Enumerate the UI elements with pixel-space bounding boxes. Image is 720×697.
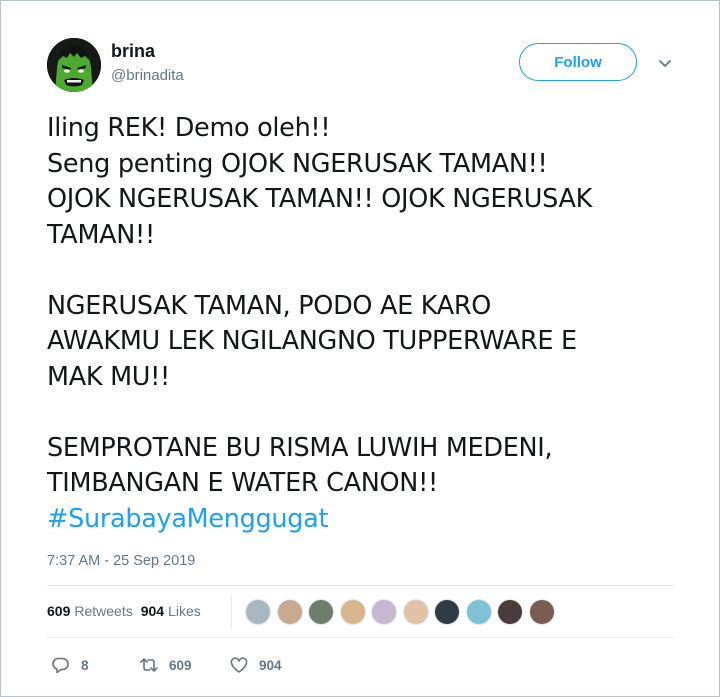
hashtag-link[interactable]: #SurabayaMenggugat	[47, 502, 677, 538]
liker-avatar-7[interactable]	[434, 599, 460, 625]
retweets-count: 609	[47, 603, 71, 619]
follow-button[interactable]: Follow	[519, 43, 637, 81]
tweet-timestamp[interactable]: 7:37 AM - 25 Sep 2019	[47, 553, 195, 569]
liker-avatar-2[interactable]	[276, 599, 303, 625]
likes-stat[interactable]: 904 Likes	[141, 603, 201, 619]
likes-count: 904	[140, 603, 165, 619]
like-button[interactable]: 904	[229, 655, 282, 675]
liker-avatar-10[interactable]	[528, 599, 555, 625]
retweet-icon	[140, 658, 158, 672]
liker-avatar-8[interactable]	[465, 599, 492, 625]
like-count: 904	[259, 657, 282, 673]
hulk-avatar-image	[47, 38, 101, 92]
tweet-line: SEMPROTANE BU RISMA LUWIH MEDENI,	[47, 432, 553, 463]
liker-avatar-6[interactable]	[402, 599, 429, 625]
liker-avatars	[245, 599, 560, 627]
reply-icon	[52, 657, 69, 674]
author-name[interactable]: brina	[111, 41, 155, 62]
liker-avatar-1[interactable]	[245, 599, 271, 625]
divider	[47, 637, 675, 638]
liker-avatar-5[interactable]	[371, 599, 397, 625]
tweet-line: TAMAN!!	[47, 219, 155, 250]
liker-avatar-4[interactable]	[339, 599, 366, 625]
author-avatar[interactable]	[47, 38, 101, 92]
reply-button[interactable]: 8	[51, 655, 89, 675]
tweet-line: OJOK NGERUSAK TAMAN!! OJOK NGERUSAK	[47, 184, 593, 214]
liker-avatar-3[interactable]	[308, 599, 334, 625]
tweet-card: brina @brinadita Follow Iling REK! Demo …	[0, 0, 720, 697]
tweet-text: Iling REK! Demo oleh!! Seng penting OJOK…	[47, 111, 677, 537]
stats-separator	[231, 595, 232, 629]
tweet-line: MAK MU!!	[47, 361, 170, 392]
divider	[47, 585, 675, 586]
retweets-stat[interactable]: 609 Retweets	[47, 603, 133, 619]
reply-count: 8	[81, 657, 89, 673]
chevron-down-icon[interactable]	[657, 55, 673, 71]
tweet-line: NGERUSAK TAMAN, PODO AE KARO	[47, 290, 492, 321]
retweet-button[interactable]: 609	[139, 655, 192, 675]
tweet-line: Iling REK! Demo oleh!!	[47, 113, 331, 143]
tweet-line: Seng penting OJOK NGERUSAK TAMAN!!	[47, 148, 548, 179]
retweet-count: 609	[169, 657, 192, 673]
author-handle[interactable]: @brinadita	[111, 67, 184, 84]
liker-avatar-9[interactable]	[497, 599, 523, 625]
likes-label: Likes	[168, 603, 201, 619]
tweet-line: AWAKMU LEK NGILANGNO TUPPERWARE E	[47, 326, 577, 356]
retweets-label: Retweets	[74, 603, 133, 619]
tweet-line: TIMBANGAN E WATER CANON!!	[47, 468, 438, 498]
engagement-stats: 609 Retweets 904 Likes	[47, 603, 209, 619]
heart-icon	[230, 657, 248, 673]
